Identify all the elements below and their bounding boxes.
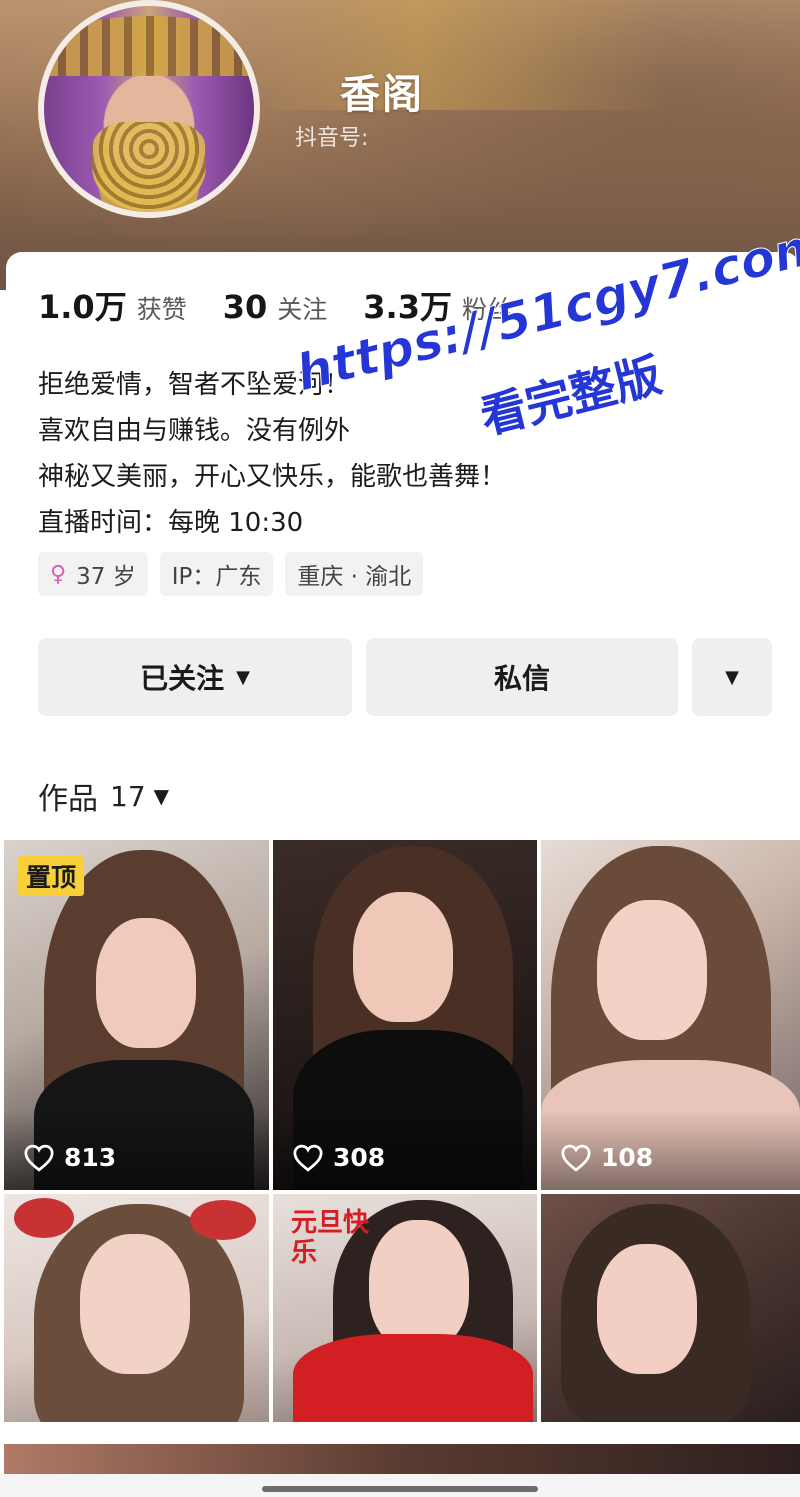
profile-actions: 已关注 ▼ 私信 ▼: [38, 638, 772, 716]
tag-age-text: 37 岁: [76, 564, 136, 590]
video-tile[interactable]: [541, 1194, 800, 1422]
stat-likes-value: 1.0万: [38, 288, 127, 326]
thumbnail-sticker: [14, 1198, 74, 1238]
video-tile[interactable]: 元旦快乐: [273, 1194, 537, 1422]
heart-icon: [561, 1144, 591, 1172]
profile-username: 香阁: [340, 72, 424, 118]
following-button[interactable]: 已关注 ▼: [38, 638, 352, 716]
stat-following-value: 30: [222, 288, 268, 326]
heart-icon: [24, 1144, 54, 1172]
like-count-value: 108: [601, 1143, 654, 1172]
like-count: 108: [561, 1143, 653, 1172]
works-count: 17: [110, 779, 146, 813]
bio-line: 直播时间：每晚 10:30: [38, 508, 304, 538]
tab-works[interactable]: 作品 17 ▼: [38, 774, 169, 818]
avatar[interactable]: [38, 0, 260, 218]
like-count: 813: [24, 1143, 116, 1172]
profile-tags: ♀ 37 岁 IP：广东 重庆 · 渝北: [38, 552, 435, 596]
pinned-badge: 置顶: [18, 856, 85, 896]
bio-line: 拒绝爱情，智者不坠爱河！: [38, 370, 351, 400]
tag-location[interactable]: 重庆 · 渝北: [285, 552, 424, 596]
like-count: 308: [293, 1143, 385, 1172]
video-tile[interactable]: [4, 1194, 269, 1422]
following-button-label: 已关注: [140, 662, 225, 695]
thumbnail-face: [369, 1220, 469, 1350]
video-tile[interactable]: 置顶 813: [4, 840, 269, 1190]
thumbnail-face: [96, 918, 196, 1048]
stat-fans[interactable]: 3.3万 粉丝: [363, 282, 512, 328]
like-count-value: 813: [64, 1143, 117, 1172]
stat-fans-label: 粉丝: [461, 295, 512, 324]
thumbnail-face: [597, 900, 707, 1040]
thumbnail-face: [353, 892, 453, 1022]
thumbnail-outfit: [293, 1334, 533, 1422]
avatar-headdress: [44, 16, 254, 76]
tag-ip: IP：广东: [159, 552, 274, 596]
douyin-id-label: 抖音号:: [295, 126, 369, 151]
tag-age: ♀ 37 岁: [38, 552, 148, 596]
female-icon: ♀: [50, 561, 67, 587]
like-count-value: 308: [333, 1143, 386, 1172]
bio-line: 喜欢自由与赚钱。没有例外: [38, 416, 351, 446]
caret-down-icon: ▼: [153, 784, 170, 808]
video-grid-next-row: [4, 1444, 800, 1474]
message-button-label: 私信: [493, 662, 550, 695]
video-tile[interactable]: 108: [541, 840, 800, 1190]
video-tile[interactable]: 308: [273, 840, 537, 1190]
stat-fans-value: 3.3万: [363, 288, 452, 326]
heart-icon: [293, 1144, 323, 1172]
stat-following[interactable]: 30 关注: [223, 288, 328, 326]
thumbnail-caption: 元旦快乐: [291, 1208, 370, 1268]
thumbnail-sticker: [190, 1200, 256, 1240]
thumbnail-face: [80, 1234, 190, 1374]
bio-line: 神秘又美丽，开心又快乐，能歌也善舞！: [38, 462, 507, 492]
more-options-button[interactable]: ▼: [692, 638, 772, 716]
home-indicator[interactable]: [262, 1486, 538, 1492]
stat-likes-label: 获赞: [136, 295, 187, 324]
avatar-veil: [92, 122, 206, 212]
thumbnail-face: [597, 1244, 697, 1374]
cover-decoration: [250, 0, 670, 110]
works-label: 作品: [38, 782, 98, 817]
profile-card: 1.0万 获赞 30 关注 3.3万 粉丝 拒绝爱情，智者不坠爱河！ 喜欢自由与…: [6, 252, 800, 842]
message-button[interactable]: 私信: [366, 638, 678, 716]
stat-following-label: 关注: [277, 295, 328, 324]
profile-bio: 拒绝爱情，智者不坠爱河！ 喜欢自由与赚钱。没有例外 神秘又美丽，开心又快乐，能歌…: [38, 362, 506, 546]
profile-stats: 1.0万 获赞 30 关注 3.3万 粉丝: [38, 282, 548, 326]
stat-likes[interactable]: 1.0万 获赞: [38, 282, 187, 328]
caret-down-icon: ▼: [236, 666, 250, 688]
caret-down-icon: ▼: [725, 666, 739, 688]
